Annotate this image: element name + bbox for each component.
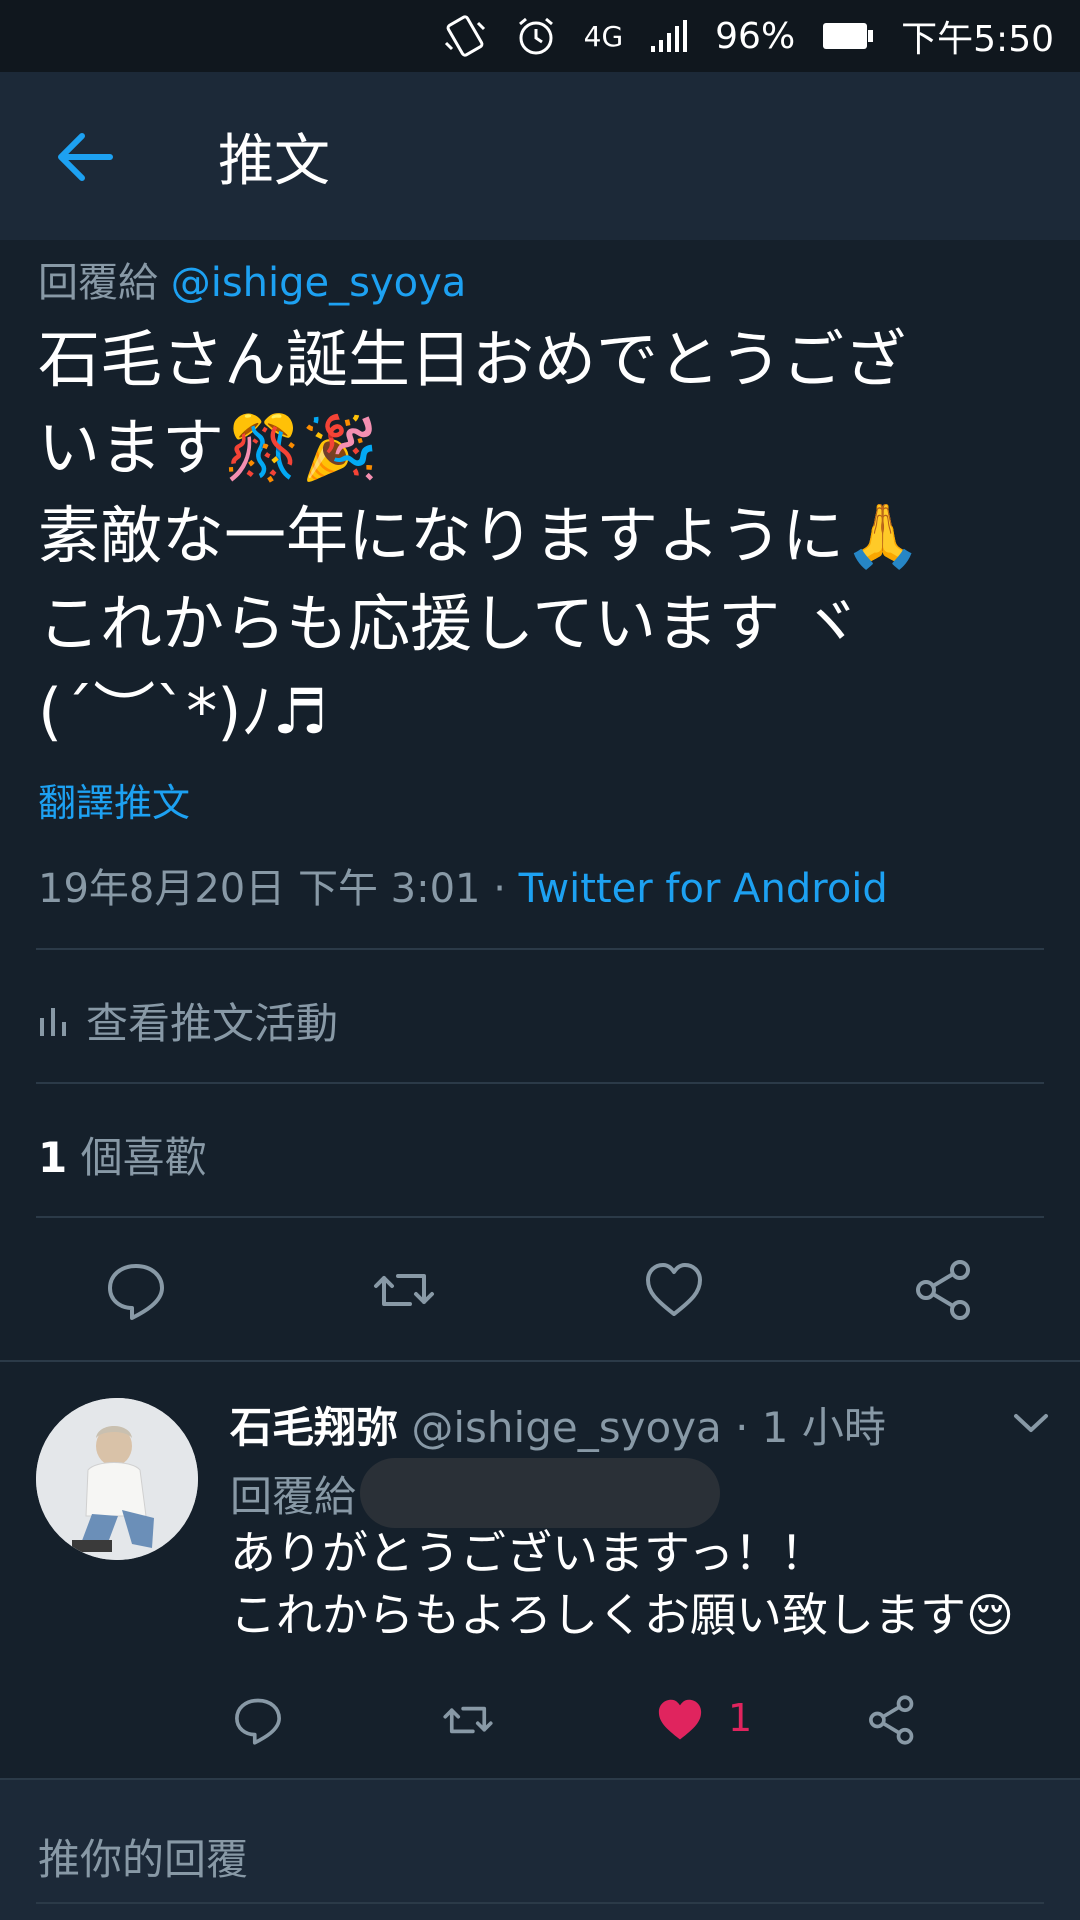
tweet-source-link[interactable]: Twitter for Android (519, 866, 888, 912)
tweet-meta: 19年8月20日 下午 3:01 · Twitter for Android (38, 856, 888, 914)
status-bar: 4G 96% 下午5:50 (0, 0, 1080, 72)
app-bar: 推文 (0, 72, 1080, 240)
reply-display-name[interactable]: 石毛翔弥 (230, 1403, 398, 1452)
reply-text-line: これからもよろしくお願い致します😌 (230, 1588, 1014, 1642)
tweet-text-line: います🎊🎉 (38, 411, 379, 484)
reply-icon[interactable] (104, 1258, 168, 1322)
tweet-text-line: 素敵な一年になりますように🙏 (38, 499, 922, 572)
reply-handle-time: @ishige_syoya · 1 小時 (398, 1403, 886, 1452)
like-icon[interactable] (642, 1258, 706, 1322)
reply-to-line: 回覆給 @ishige_syoya (38, 250, 466, 308)
tweet-text-line: (´︶`*)ﾉ♬ (38, 675, 328, 748)
reply-text-line: ありがとうございますっ！！ (230, 1526, 827, 1580)
divider (36, 1216, 1044, 1218)
tweet-text-line: 石毛さん誕生日おめでとうござ (38, 323, 907, 396)
reply-to-handle-link[interactable]: @ishige_syoya (171, 260, 467, 306)
divider (0, 1360, 1080, 1362)
likes-summary[interactable]: 1 個喜歡 (38, 1124, 207, 1185)
reply-like-count: 1 (728, 1696, 753, 1740)
battery-icon (821, 21, 875, 51)
view-tweet-activity-button[interactable]: 查看推文活動 (38, 990, 338, 1051)
clock: 下午5:50 (901, 19, 1054, 60)
likes-count: 1 (38, 1133, 68, 1182)
reply-text: ありがとうございますっ！！ これからもよろしくお願い致します😌 (230, 1522, 1050, 1646)
share-icon[interactable] (866, 1694, 918, 1746)
battery-percent: 96% (715, 15, 796, 57)
signal-icon (649, 18, 689, 54)
reply-author-line: 石毛翔弥 @ishige_syoya · 1 小時 (230, 1394, 886, 1455)
reply-to-prefix: 回覆給 (38, 260, 158, 306)
reply-compose-input[interactable]: 推你的回覆 (38, 1826, 248, 1887)
alarm-icon (514, 14, 558, 58)
compose-underline (36, 1902, 1044, 1904)
avatar[interactable] (36, 1398, 198, 1560)
network-4g-icon: 4G (583, 19, 624, 53)
tweet-text-line: これからも応援しています ヾ (38, 587, 862, 660)
like-icon-filled[interactable] (654, 1694, 706, 1746)
vibrate-icon (442, 13, 488, 59)
page-title: 推文 (218, 129, 330, 194)
tweet-text: 石毛さん誕生日おめでとうござ います🎊🎉 素敵な一年になりますように🙏 これから… (38, 316, 998, 756)
activity-label: 查看推文活動 (86, 999, 339, 1048)
share-icon[interactable] (912, 1258, 976, 1322)
reply-to-prefix: 回覆給 (230, 1471, 357, 1521)
reply-reply-to-line: 回覆給 (230, 1458, 721, 1528)
arrow-left-icon[interactable] (56, 132, 114, 182)
chevron-down-icon[interactable] (1010, 1408, 1052, 1438)
divider (36, 1082, 1044, 1084)
reply-icon[interactable] (232, 1694, 284, 1746)
retweet-icon[interactable] (372, 1258, 436, 1322)
divider (36, 948, 1044, 950)
bar-chart-icon (40, 1007, 66, 1036)
translate-tweet-link[interactable]: 翻譯推文 (38, 772, 190, 827)
likes-label: 個喜歡 (67, 1133, 207, 1182)
retweet-icon[interactable] (442, 1694, 494, 1746)
tweet-timestamp: 19年8月20日 下午 3:01 · (38, 866, 519, 912)
redacted-handle (360, 1458, 721, 1528)
